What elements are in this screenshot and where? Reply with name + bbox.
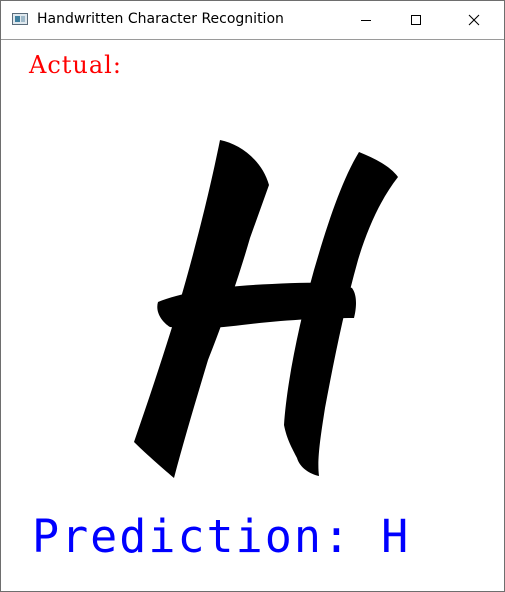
app-window: Handwritten Character Recognition Actual…	[0, 0, 505, 592]
minimize-button[interactable]	[343, 1, 389, 39]
prediction-label: Prediction: H	[32, 510, 411, 563]
actual-label: Actual:	[29, 51, 122, 79]
close-icon	[468, 14, 480, 26]
image-canvas: Actual: Prediction: H	[2, 40, 503, 591]
maximize-icon	[411, 15, 421, 25]
window-title: Handwritten Character Recognition	[37, 11, 284, 27]
app-icon	[12, 13, 28, 25]
handwritten-character-image	[134, 140, 398, 478]
title-bar[interactable]: Handwritten Character Recognition	[1, 1, 504, 40]
maximize-button[interactable]	[393, 1, 439, 39]
minimize-icon	[361, 20, 371, 21]
close-button[interactable]	[451, 1, 497, 39]
